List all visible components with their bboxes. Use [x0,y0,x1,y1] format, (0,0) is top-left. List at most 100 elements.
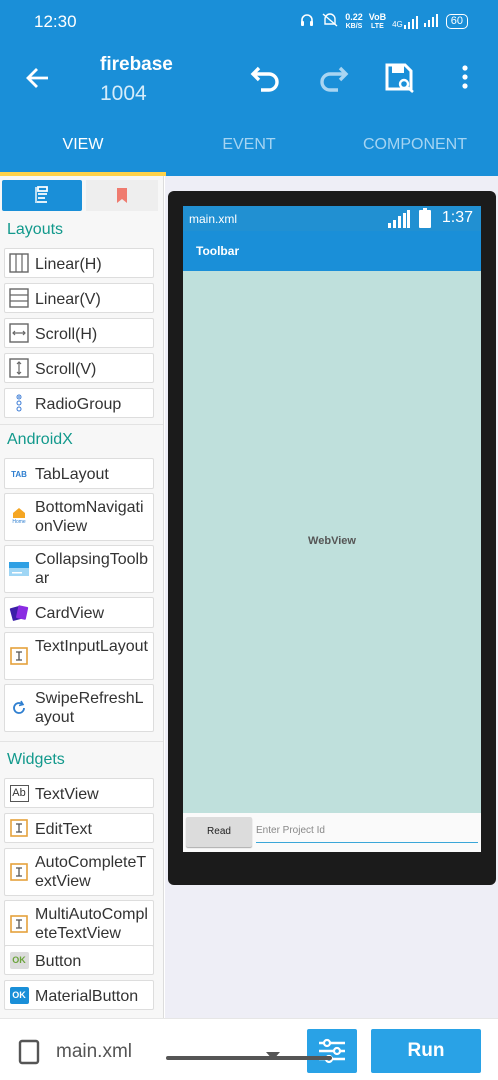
speed-unit: KB/S [345,22,363,30]
more-vert-icon[interactable] [455,62,475,99]
button-icon: OK [9,950,29,970]
palette-tabs [0,178,163,212]
tab-component[interactable]: COMPONENT [332,112,498,176]
palette-item-label: BottomNavigationView [35,499,144,535]
edittext-icon [9,818,29,838]
palette-item-tablayout[interactable]: TAB TabLayout [4,458,154,489]
bottom-navigation-icon: Home [9,506,29,526]
tab-icon-text: TAB [11,469,27,479]
section-androidx: AndroidX [7,431,73,448]
palette-item-label: RadioGroup [35,396,122,413]
properties-button[interactable] [307,1029,357,1073]
preview-status-bar: main.xml 1:37 [183,206,481,231]
palette-item-label: CardView [35,605,105,622]
volte-bottom: LTE [371,22,384,30]
tab-event[interactable]: EVENT [166,112,332,176]
sliders-icon [317,1036,347,1071]
palette-item-label: AutoCompleteTextView [35,854,147,890]
widgets-tab-icon [33,185,51,210]
palette-item-button[interactable]: OK Button [4,945,154,975]
palette-item-label: TextView [35,786,99,803]
palette-item-radiogroup[interactable]: RadioGroup [4,388,154,418]
back-arrow-icon[interactable] [24,64,52,97]
materialbutton-icon-text: OK [9,986,29,1004]
swiperefresh-icon [9,698,29,718]
current-file-name[interactable]: main.xml [56,1041,132,1063]
volte-top: VoB [368,11,387,22]
webview-label: WebView [308,535,356,547]
phone-preview[interactable]: main.xml 1:37 Toolbar WebView Read Enter… [183,206,481,852]
palette-item-label: Scroll(H) [35,326,98,343]
palette-item-textinputlayout[interactable]: TextInputLayout [4,632,154,680]
palette-item-textview[interactable]: Ab TextView [4,778,154,808]
palette-item-label: EditText [35,821,92,838]
bookmark-icon [115,187,129,210]
palette-item-label: MaterialButton [35,988,139,1005]
preview-toolbar[interactable]: Toolbar [183,231,481,271]
status-icons: 0.22 KB/S VoB LTE 4G 60 [299,12,468,31]
home-icon-text: Home [12,519,26,525]
palette-item-materialbutton[interactable]: OK MaterialButton [4,980,154,1010]
palette-item-edittext[interactable]: EditText [4,813,154,843]
save-icon[interactable] [383,62,417,99]
palette-item-cardview[interactable]: CardView [4,597,154,628]
palette-item-swiperefresh[interactable]: SwipeRefreshLayout [4,684,154,732]
palette-item-label: Scroll(V) [35,361,97,378]
battery-icon: 60 [445,14,468,29]
project-id: 1004 [100,82,147,105]
bottom-bar: main.xml Run [0,1018,498,1080]
app-root: 12:30 0.22 KB/S VoB LTE 4G 60 firebase 1… [0,0,498,1080]
status-bar: 12:30 0.22 KB/S VoB LTE 4G 60 [0,0,498,44]
network-speed: 0.22 KB/S [345,12,363,31]
preview-toolbar-title: Toolbar [196,244,240,258]
palette-item-bottom-navigation[interactable]: Home BottomNavigationView [4,493,154,541]
signal-icon [423,13,440,30]
palette-tab-widgets[interactable] [2,180,82,211]
palette-item-label: Linear(H) [35,256,102,273]
headphones-icon [299,12,315,31]
widget-palette: Layouts Linear(H) Linear(V) Scroll(H) Sc… [0,176,164,1018]
mute-icon [321,12,339,31]
palette-item-label: TextInputLayout [35,638,148,655]
palette-item-linear-h[interactable]: Linear(H) [4,248,154,278]
gesture-home-bar[interactable] [166,1056,332,1060]
project-title: firebase [100,54,173,75]
button-icon-text: OK [9,951,29,969]
palette-item-autocomplete[interactable]: AutoCompleteTextView [4,848,154,896]
section-divider [0,424,163,425]
preview-project-id-input[interactable]: Enter Project Id [256,825,478,843]
palette-item-scroll-h[interactable]: Scroll(H) [4,318,154,348]
palette-tab-bookmarks[interactable] [86,180,158,211]
preview-webview[interactable]: WebView [183,271,481,813]
palette-item-linear-v[interactable]: Linear(V) [4,283,154,313]
autocomplete-icon [9,862,29,882]
scroll-h-icon [9,323,29,343]
scroll-v-icon [9,358,29,378]
tab-bar: VIEW EVENT COMPONENT [0,112,498,176]
linear-v-icon [9,288,29,308]
textview-icon: Ab [9,783,29,803]
run-button[interactable]: Run [371,1029,481,1073]
palette-item-collapsing-toolbar[interactable]: CollapsingToolbar [4,545,154,593]
multiautocomplete-icon [9,914,29,934]
tab-view[interactable]: VIEW [0,112,166,176]
collapsing-toolbar-icon [9,559,29,579]
network-type: 4G [392,19,403,29]
section-layouts: Layouts [7,221,64,238]
radiogroup-icon [9,393,29,413]
preview-signal-icon [388,210,410,233]
redo-icon[interactable] [316,62,350,99]
volte-indicator: VoB LTE [368,11,387,31]
section-widgets: Widgets [7,751,65,768]
preview-read-button[interactable]: Read [186,817,252,847]
palette-item-label: MultiAutoCompleteTextView [35,906,148,942]
palette-item-label: CollapsingToolbar [35,551,148,587]
palette-item-label: SwipeRefreshLayout [35,690,144,726]
file-icon [18,1039,40,1070]
palette-item-multiautocomplete[interactable]: MultiAutoCompleteTextView [4,900,154,948]
palette-item-scroll-v[interactable]: Scroll(V) [4,353,154,383]
preview-battery-icon [419,208,431,233]
cardview-icon [9,603,29,623]
undo-icon[interactable] [249,62,283,99]
status-time: 12:30 [34,12,77,31]
